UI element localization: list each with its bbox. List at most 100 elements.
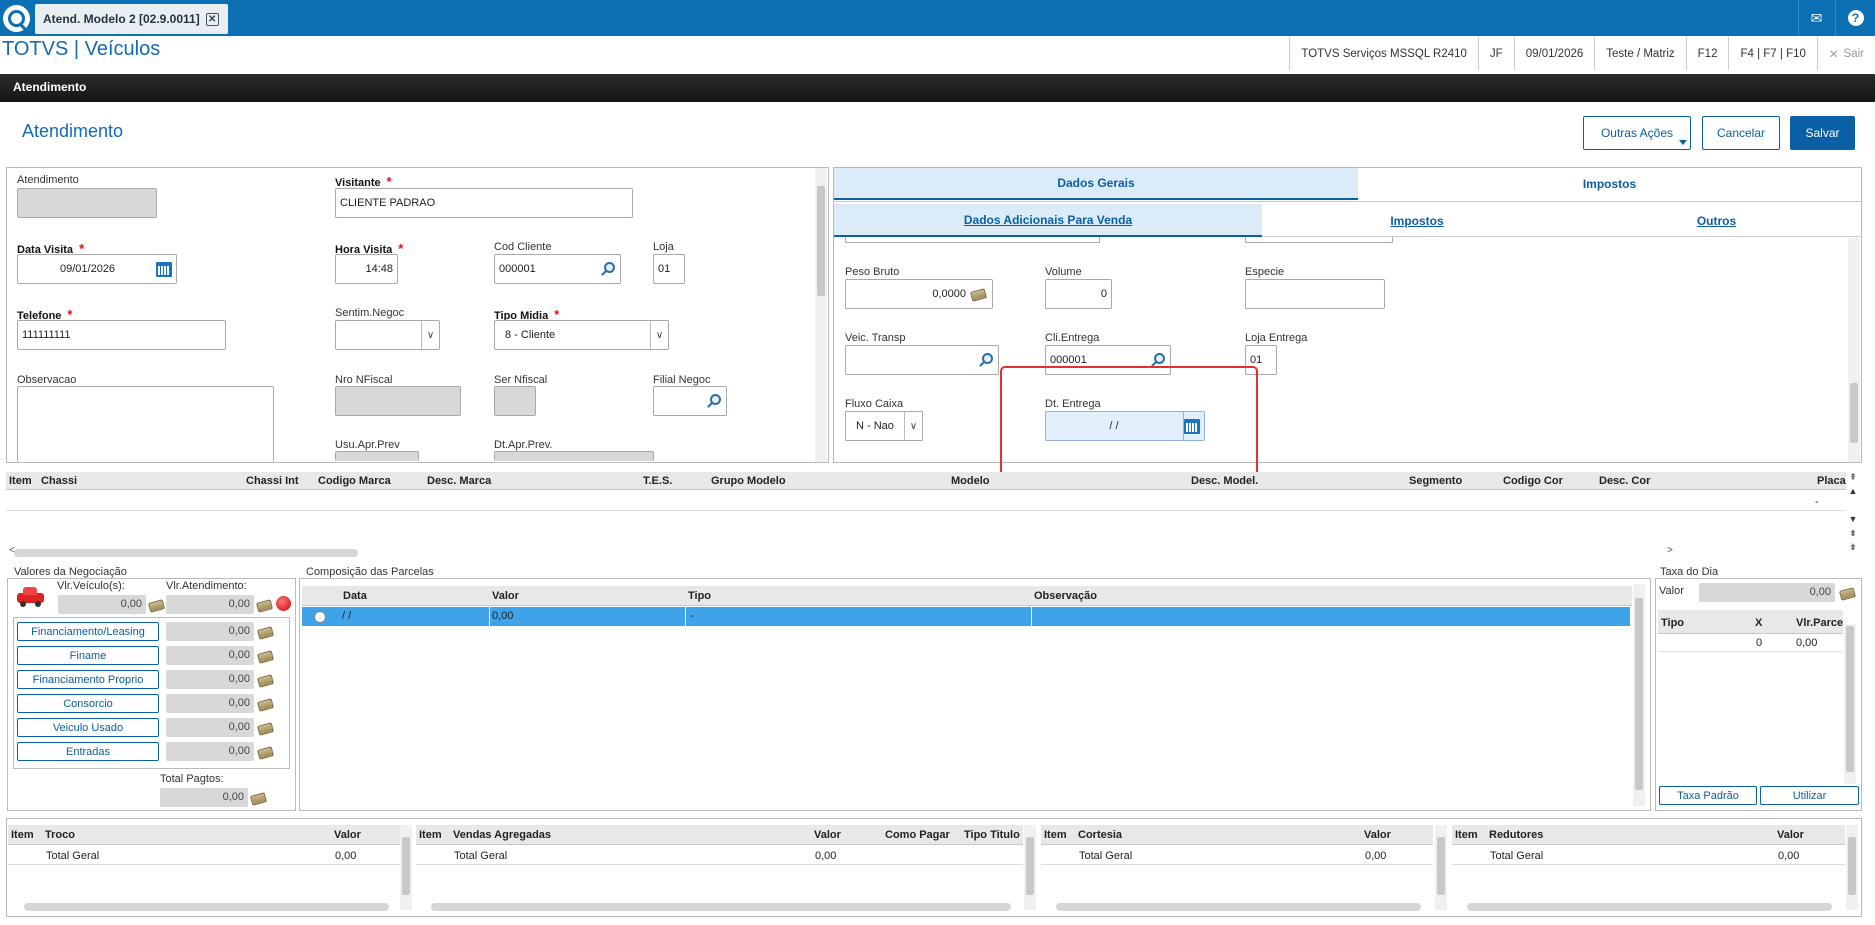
payment-method-value[interactable]: 0,00 <box>166 646 254 665</box>
col-troco-valor[interactable]: Valor <box>334 829 361 841</box>
chevron-down-icon[interactable]: ∨ <box>650 321 668 349</box>
save-button[interactable]: Salvar <box>1790 116 1855 150</box>
hora-visita-field[interactable]: 14:48 <box>335 254 398 284</box>
taxa-padrao-button[interactable]: Taxa Padrão <box>1659 786 1757 805</box>
col-valor[interactable]: Valor <box>492 590 519 602</box>
subtab-impostos[interactable]: Impostos <box>1262 204 1572 237</box>
branch-info[interactable]: Teste / Matriz <box>1594 37 1685 70</box>
col-observacao[interactable]: Observação <box>1034 590 1097 602</box>
redutores-scrollbar[interactable] <box>1846 825 1858 910</box>
col-chassi[interactable]: Chassi <box>41 475 77 487</box>
payment-method-value[interactable]: 0,00 <box>166 694 254 713</box>
module-tab[interactable]: Atend. Modelo 2 [02.9.0011] ✕ <box>35 4 228 34</box>
details-scrollbar[interactable] <box>1848 238 1860 462</box>
tab-dados-gerais[interactable]: Dados Gerais <box>834 168 1358 200</box>
scroll-thumb[interactable] <box>1850 383 1858 443</box>
payment-method-button[interactable]: Entradas <box>17 742 159 761</box>
scroll-thumb[interactable] <box>1846 626 1854 772</box>
scroll-thumb[interactable] <box>1437 837 1445 895</box>
col-vendas-agregadas[interactable]: Vendas Agregadas <box>453 829 551 841</box>
money-icon[interactable] <box>969 288 988 302</box>
vlr-veiculo-field[interactable]: 0,00 <box>58 595 146 614</box>
col-desc-model[interactable]: Desc. Model. <box>1191 475 1258 487</box>
cod-cliente-field[interactable]: 000001 <box>494 254 621 284</box>
payment-method-button[interactable]: Financiamento/Leasing <box>17 622 159 641</box>
other-actions-button[interactable]: Outras Ações <box>1583 116 1691 150</box>
col-redutores-item[interactable]: Item <box>1455 829 1478 841</box>
vendas-scrollbar[interactable] <box>1024 825 1036 910</box>
search-icon[interactable] <box>1154 353 1165 364</box>
col-taxa-x[interactable]: X <box>1755 617 1762 629</box>
observacao-textarea[interactable] <box>17 386 274 462</box>
taxa-scrollbar[interactable] <box>1844 624 1856 784</box>
col-codigo-marca[interactable]: Codigo Marca <box>318 475 391 487</box>
scroll-thumb[interactable] <box>1848 837 1856 895</box>
user-info[interactable]: JF <box>1477 37 1514 70</box>
sentim-negoc-select[interactable]: ∨ <box>335 320 440 350</box>
search-icon[interactable] <box>604 262 615 273</box>
payment-method-button[interactable]: Veiculo Usado <box>17 718 159 737</box>
chevron-down-icon[interactable]: ∨ <box>904 412 922 440</box>
payment-method-value[interactable]: 0,00 <box>166 742 254 761</box>
col-troco[interactable]: Troco <box>45 829 75 841</box>
total-pagtos-field[interactable]: 0,00 <box>160 788 248 807</box>
telefone-field[interactable]: 111111111 <box>17 320 226 350</box>
help-button[interactable]: ? <box>1835 0 1875 36</box>
col-cortesia-valor[interactable]: Valor <box>1364 829 1391 841</box>
atendimento-field[interactable] <box>17 188 157 218</box>
payment-method-value[interactable]: 0,00 <box>166 670 254 689</box>
col-tipo[interactable]: Tipo <box>688 590 711 602</box>
payment-method-button[interactable]: Finame <box>17 646 159 665</box>
troco-scrollbar[interactable] <box>400 825 412 910</box>
dt-apr-prev-field[interactable] <box>494 451 654 461</box>
troco-hscroll-thumb[interactable] <box>24 903 389 911</box>
date-info[interactable]: 09/01/2026 <box>1513 37 1595 70</box>
payment-method-button[interactable]: Financiamento Proprio <box>17 670 159 689</box>
veic-transp-field[interactable] <box>845 345 999 375</box>
scroll-left-icon[interactable]: < <box>9 545 15 556</box>
table-row[interactable]: Total Geral 0,00 <box>1452 847 1845 865</box>
payment-method-button[interactable]: Consorcio <box>17 694 159 713</box>
col-vendas-valor[interactable]: Valor <box>814 829 841 841</box>
col-cortesia[interactable]: Cortesia <box>1078 829 1122 841</box>
redutores-hscroll-thumb[interactable] <box>1467 903 1832 911</box>
row-radio[interactable] <box>314 611 326 623</box>
visitante-field[interactable]: CLIENTE PADRAO <box>335 188 633 218</box>
scroll-thumb[interactable] <box>402 837 410 895</box>
col-data[interactable]: Data <box>343 590 367 602</box>
col-troco-item[interactable]: Item <box>11 829 34 841</box>
scroll-right-icon[interactable]: > <box>1667 545 1673 556</box>
col-segmento[interactable]: Segmento <box>1409 475 1462 487</box>
search-icon[interactable] <box>710 394 721 405</box>
col-desc-cor[interactable]: Desc. Cor <box>1599 475 1650 487</box>
table-row[interactable]: 0 0,00 <box>1658 634 1843 652</box>
col-tipo-titulo[interactable]: Tipo Titulo <box>964 829 1020 841</box>
calendar-icon[interactable] <box>156 262 172 277</box>
scroll-thumb[interactable] <box>1026 837 1034 895</box>
payment-method-value[interactable]: 0,00 <box>166 718 254 737</box>
col-placa[interactable]: Placa <box>1817 475 1846 487</box>
usu-apr-prev-field[interactable] <box>335 451 419 461</box>
parcelas-scrollbar[interactable] <box>1633 584 1645 806</box>
col-modelo[interactable]: Modelo <box>951 475 990 487</box>
subtab-outros[interactable]: Outros <box>1572 204 1861 237</box>
vlr-atendimento-field[interactable]: 0,00 <box>166 595 254 614</box>
tipo-midia-select[interactable]: 8 - Cliente ∨ <box>494 320 669 350</box>
shortcuts-f4-f7-f10[interactable]: F4 | F7 | F10 <box>1728 37 1816 70</box>
col-como-pagar[interactable]: Como Pagar <box>885 829 950 841</box>
form-scrollbar[interactable] <box>815 168 827 462</box>
tab-impostos[interactable]: Impostos <box>1358 168 1861 200</box>
cancel-button[interactable]: Cancelar <box>1702 116 1780 150</box>
shortcut-f12[interactable]: F12 <box>1685 37 1729 70</box>
scroll-thumb[interactable] <box>817 186 825 296</box>
table-row[interactable] <box>6 492 1846 511</box>
scroll-thumb[interactable] <box>1635 598 1643 790</box>
col-grupo-modelo[interactable]: Grupo Modelo <box>711 475 786 487</box>
volume-field[interactable]: 0 <box>1045 279 1112 309</box>
especie-field[interactable] <box>1245 279 1385 309</box>
vendas-hscroll-thumb[interactable] <box>431 903 1011 911</box>
table-row[interactable]: Total Geral 0,00 <box>1041 847 1433 865</box>
payment-method-value[interactable]: 0,00 <box>166 622 254 641</box>
taxa-valor-field[interactable]: 0,00 <box>1699 583 1835 602</box>
chevron-down-icon[interactable]: ∨ <box>421 321 439 349</box>
